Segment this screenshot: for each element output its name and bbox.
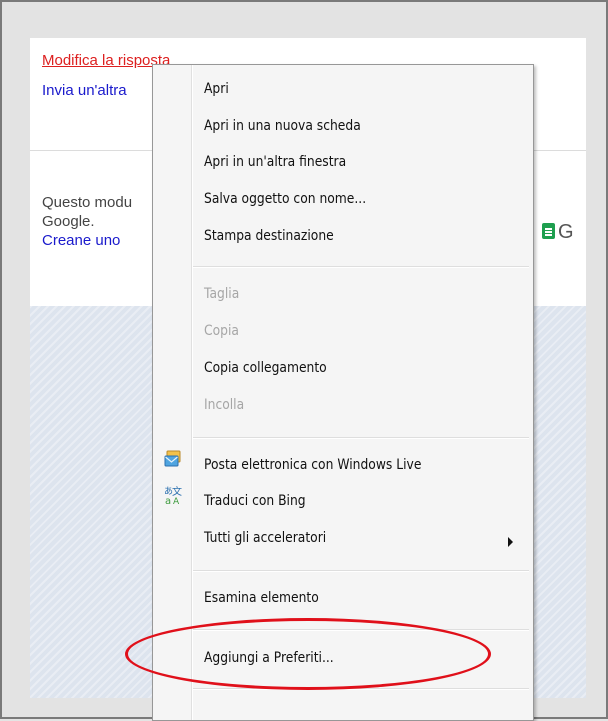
menu-item-inspect-element[interactable]: Esamina elemento bbox=[204, 590, 319, 606]
footer-text-line1: Questo modu bbox=[42, 194, 133, 211]
menu-item-add-to-favorites[interactable]: Aggiungi a Preferiti... bbox=[204, 650, 334, 666]
menu-item-copy-link[interactable]: Copia collegamento bbox=[204, 360, 327, 376]
windows-live-mail-icon bbox=[164, 450, 181, 467]
menu-item-print-target[interactable]: Stampa destinazione bbox=[204, 228, 334, 244]
menu-item-translate-bing[interactable]: Traduci con Bing bbox=[204, 493, 306, 509]
menu-separator bbox=[193, 688, 529, 690]
google-forms-logo: G bbox=[542, 221, 574, 244]
menu-separator bbox=[193, 570, 529, 572]
footer-text-line2: Google. bbox=[42, 213, 95, 230]
menu-item-open-new-window[interactable]: Apri in un'altra finestra bbox=[204, 154, 346, 170]
menu-item-open[interactable]: Apri bbox=[204, 81, 229, 97]
menu-item-cut: Taglia bbox=[204, 286, 240, 302]
menu-item-copy: Copia bbox=[204, 323, 239, 339]
menu-item-email-windows-live[interactable]: Posta elettronica con Windows Live bbox=[204, 457, 421, 473]
create-form-link[interactable]: Creane uno bbox=[42, 232, 120, 249]
menu-icon-gutter bbox=[191, 65, 193, 720]
svg-text:A: A bbox=[173, 497, 180, 505]
context-menu: Apri Apri in una nuova scheda Apri in un… bbox=[152, 64, 534, 721]
menu-separator bbox=[193, 629, 529, 631]
menu-item-save-target-as[interactable]: Salva oggetto con nome... bbox=[204, 191, 366, 207]
menu-separator bbox=[193, 266, 529, 268]
logo-text: G bbox=[558, 221, 574, 243]
menu-item-open-new-tab[interactable]: Apri in una nuova scheda bbox=[204, 118, 361, 134]
menu-separator bbox=[193, 437, 529, 439]
bing-translate-icon: あ 文 a A bbox=[164, 485, 182, 505]
submenu-arrow-icon bbox=[508, 537, 513, 547]
menu-item-all-accelerators[interactable]: Tutti gli acceleratori bbox=[204, 530, 326, 546]
menu-item-paste: Incolla bbox=[204, 397, 245, 413]
forms-icon bbox=[542, 223, 555, 239]
send-another-link[interactable]: Invia un'altra bbox=[42, 82, 127, 99]
svg-text:a: a bbox=[165, 496, 171, 505]
footer-text: Questo modu Google. Creane uno bbox=[42, 193, 132, 250]
